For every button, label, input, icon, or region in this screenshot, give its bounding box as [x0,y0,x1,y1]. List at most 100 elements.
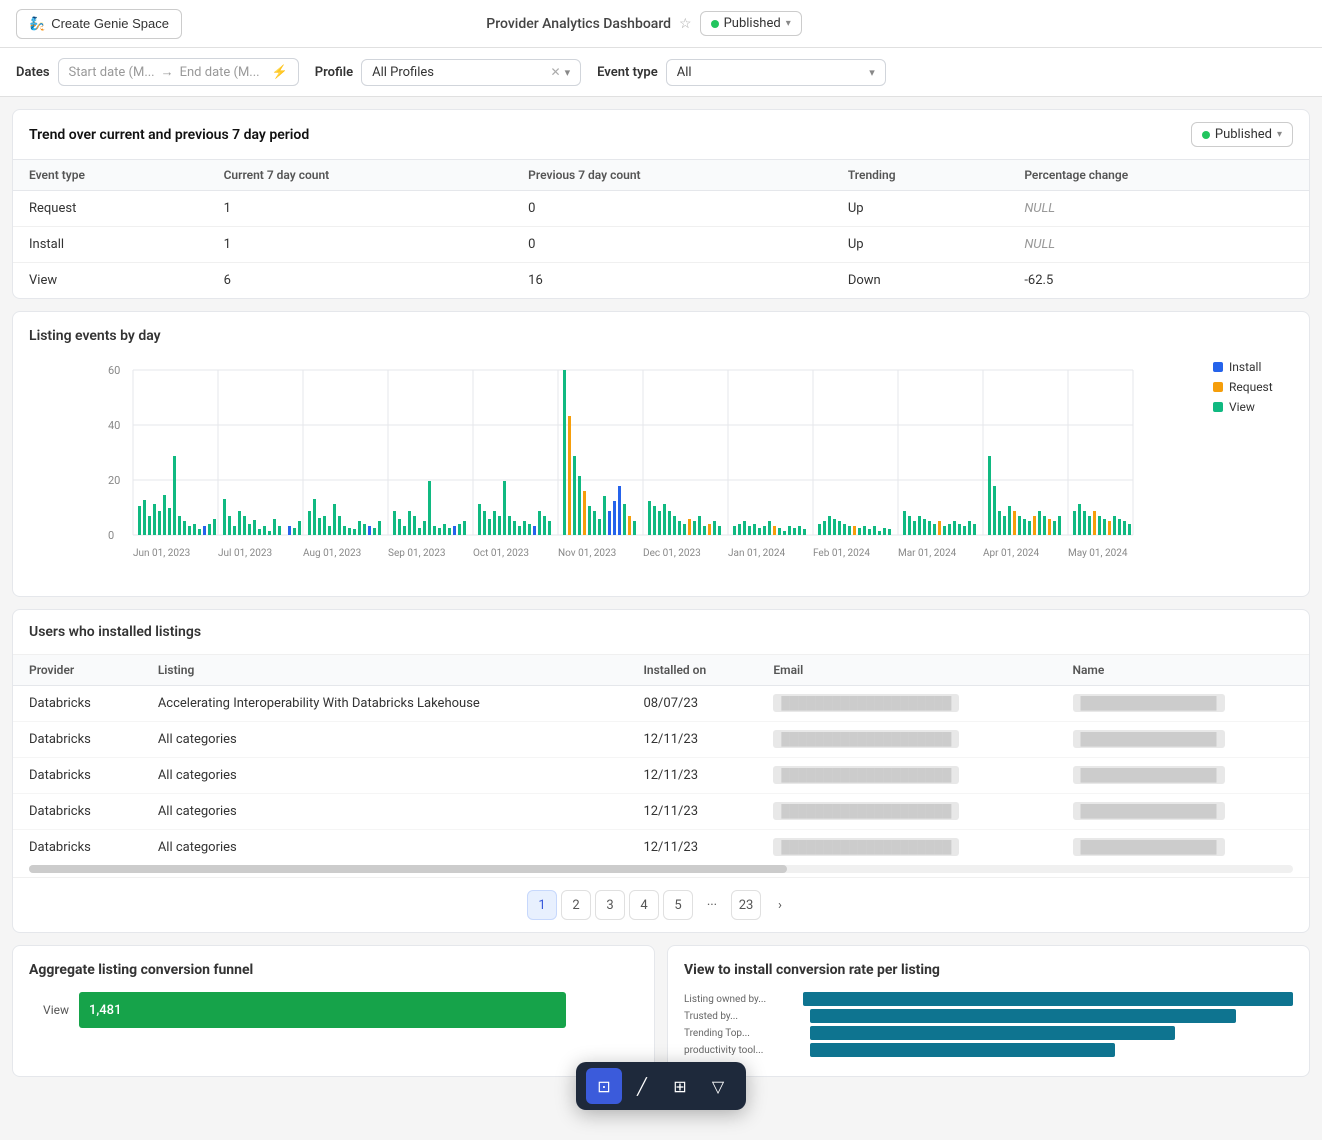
genie-icon: 🧞 [29,16,45,32]
table-scroll-area[interactable] [13,865,1309,877]
funnel-title: Aggregate listing conversion funnel [29,962,638,978]
published-badge-trend[interactable]: Published ▾ [1191,122,1293,147]
col-provider: Provider [13,655,142,686]
funnel-tool-btn[interactable]: ▽ [700,1068,736,1104]
trend-section: Trend over current and previous 7 day pe… [12,109,1310,299]
page-23-btn[interactable]: 23 [731,890,761,920]
cell-installed-on: 12/11/23 [627,758,757,794]
pagination: 1 2 3 4 5 ··· 23 › [13,877,1309,932]
svg-text:Jan 01, 2024: Jan 01, 2024 [728,548,786,559]
legend-request: Request [1213,380,1293,394]
cell-name: ████████████████ [1057,758,1310,794]
trend-table-row: Request 1 0 Up NULL [13,191,1309,227]
col-email: Email [757,655,1056,686]
col-pct-change: Percentage change [1008,160,1309,191]
svg-text:40: 40 [108,419,120,432]
event-type-filter-group: Event type All ▾ [597,59,886,86]
cell-email: ████████████████████ [757,722,1056,758]
trend-section-title: Trend over current and previous 7 day pe… [29,127,309,143]
users-table-row: Databricks Accelerating Interoperability… [13,686,1309,722]
conversion-title: View to install conversion rate per list… [684,962,1293,978]
dates-control[interactable]: Start date (M... → End date (M... ⚡ [58,58,299,86]
cell-provider: Databricks [13,722,142,758]
cell-name: ████████████████ [1057,722,1310,758]
filter-tool-btn[interactable]: ⊡ [586,1068,622,1104]
chart-area: 60 40 20 0 [29,356,1293,580]
published-badge-header[interactable]: Published ▾ [700,11,802,36]
funnel-view-bar: 1,481 [79,992,566,1028]
clear-icon[interactable]: ✕ [551,65,561,79]
cell-provider: Databricks [13,830,142,866]
request-dot [1213,382,1223,392]
dashboard-title: Provider Analytics Dashboard [486,16,671,32]
line-chart-tool-btn[interactable]: ╱ [624,1068,660,1104]
cell-name: ████████████████ [1057,686,1310,722]
lightning-icon: ⚡ [272,65,288,80]
install-dot [1213,362,1223,372]
cell-trending: Down [832,263,1009,299]
profile-control[interactable]: All Profiles ✕ ▾ [361,59,581,86]
cell-provider: Databricks [13,758,142,794]
create-genie-btn[interactable]: 🧞 Create Genie Space [16,9,182,39]
conv-label-4: productivity tool... [684,1045,804,1056]
funnel-view-value: 1,481 [89,1003,121,1018]
svg-text:Jul 01, 2023: Jul 01, 2023 [218,548,272,559]
main-content: Trend over current and previous 7 day pe… [0,109,1322,1109]
profile-filter-group: Profile All Profiles ✕ ▾ [315,59,581,86]
cell-previous: 0 [512,227,832,263]
col-trending: Trending [832,160,1009,191]
conv-row-2: Trusted by... [684,1009,1293,1023]
col-previous-count: Previous 7 day count [512,160,832,191]
conv-row-4: productivity tool... [684,1043,1293,1057]
cell-event-type: Install [13,227,208,263]
cell-name: ████████████████ [1057,794,1310,830]
cell-installed-on: 12/11/23 [627,830,757,866]
install-label: Install [1229,360,1261,374]
dates-filter-group: Dates Start date (M... → End date (M... … [16,58,299,86]
chevron-down-icon: ▾ [869,66,875,79]
published-label: Published [724,16,781,31]
users-table-header: Provider Listing Installed on Email Name [13,655,1309,686]
cell-previous: 0 [512,191,832,227]
cell-listing: All categories [142,794,628,830]
profile-value: All Profiles [372,65,434,80]
cell-listing: All categories [142,722,628,758]
svg-text:Sep 01, 2023: Sep 01, 2023 [388,548,446,559]
conv-label-2: Trusted by... [684,1011,804,1022]
page-1-btn[interactable]: 1 [527,890,557,920]
users-section-title: Users who installed listings [13,610,1309,655]
event-type-control[interactable]: All ▾ [666,59,886,86]
svg-text:Feb 01, 2024: Feb 01, 2024 [813,548,870,559]
users-section: Users who installed listings Provider Li… [12,609,1310,933]
star-icon[interactable]: ☆ [679,16,692,32]
bar-chart-svg: 60 40 20 0 [29,356,1197,576]
page-5-btn[interactable]: 5 [663,890,693,920]
grid-tool-btn[interactable]: ⊞ [662,1068,698,1104]
event-type-label: Event type [597,65,658,80]
cell-current: 6 [208,263,513,299]
scroll-thumb[interactable] [29,865,787,873]
trend-table-row: Install 1 0 Up NULL [13,227,1309,263]
page-3-btn[interactable]: 3 [595,890,625,920]
conv-bar-1 [803,992,1293,1006]
filter-bar: Dates Start date (M... → End date (M... … [0,48,1322,97]
floating-toolbar: ⊡ ╱ ⊞ ▽ [576,1062,746,1110]
page-next-btn[interactable]: › [765,890,795,920]
page-2-btn[interactable]: 2 [561,890,591,920]
cell-listing: All categories [142,758,628,794]
svg-text:Dec 01, 2023: Dec 01, 2023 [643,548,701,559]
page-4-btn[interactable]: 4 [629,890,659,920]
users-table-row: Databricks All categories 12/11/23 █████… [13,794,1309,830]
chevron-down-icon: ▾ [565,66,571,79]
cell-current: 1 [208,191,513,227]
cell-installed-on: 12/11/23 [627,794,757,830]
page-ellipsis: ··· [697,890,727,920]
chart-legend: Install Request View [1213,356,1293,580]
line-chart-icon: ╱ [637,1077,647,1096]
funnel-view-label: View [29,1003,69,1017]
cell-previous: 16 [512,263,832,299]
top-bar: 🧞 Create Genie Space Provider Analytics … [0,0,1322,48]
dates-label: Dates [16,65,50,80]
conversion-bars: Listing owned by... Trusted by... Trendi… [684,992,1293,1057]
legend-view: View [1213,400,1293,414]
